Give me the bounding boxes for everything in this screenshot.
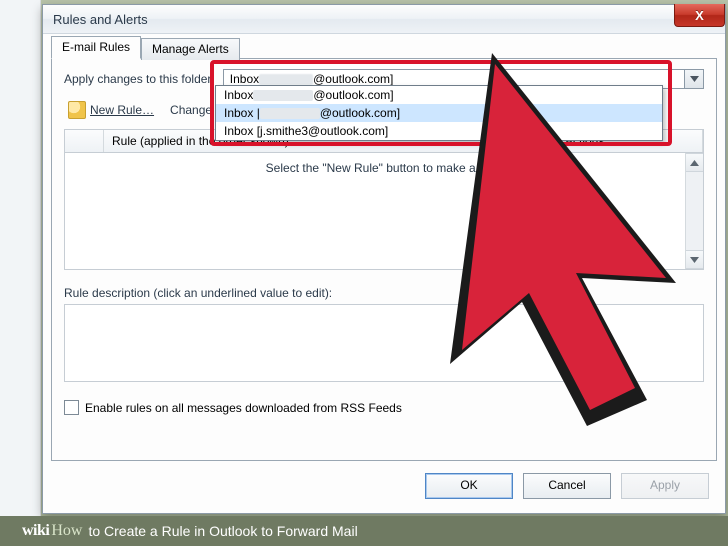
- caption-text: to Create a Rule in Outlook to Forward M…: [88, 523, 357, 539]
- close-icon: X: [695, 9, 704, 22]
- rules-list[interactable]: Select the "New Rule" button to make a r…: [64, 153, 704, 270]
- scroll-down-button[interactable]: [686, 250, 703, 269]
- rules-and-alerts-dialog: Rules and Alerts X E-mail Rules Manage A…: [42, 4, 726, 514]
- folder-combobox-text: Inbox @outlook.com]: [224, 72, 684, 86]
- dialog-button-row: OK Cancel Apply: [425, 473, 709, 499]
- rss-checkbox[interactable]: [64, 400, 79, 415]
- rules-empty-hint: Select the "New Rule" button to make a r…: [65, 161, 703, 175]
- background-window-strip: [0, 0, 41, 516]
- folder-dropdown-item[interactable]: Inbox |@outlook.com]: [216, 104, 662, 122]
- chevron-up-icon: [690, 160, 699, 166]
- tab-label: E-mail Rules: [62, 40, 130, 54]
- tab-manage-alerts[interactable]: Manage Alerts: [141, 38, 240, 60]
- envelope-icon: [68, 101, 86, 119]
- rule-description-box[interactable]: [64, 304, 704, 382]
- folder-dropdown-list[interactable]: Inbox @outlook.com]Inbox |@outlook.com]I…: [215, 85, 663, 141]
- apply-button: Apply: [621, 473, 709, 499]
- dropdown-button[interactable]: [684, 70, 703, 88]
- new-rule-button[interactable]: New Rule…: [64, 99, 158, 121]
- folder-dropdown-item[interactable]: Inbox [j.smithe3@outlook.com]: [216, 122, 662, 140]
- folder-dropdown-item[interactable]: Inbox @outlook.com]: [216, 86, 662, 104]
- folder-label: Apply changes to this folder:: [64, 72, 215, 86]
- column-checkbox: [65, 130, 104, 152]
- ok-button[interactable]: OK: [425, 473, 513, 499]
- redacted-text: [253, 90, 313, 101]
- scroll-up-button[interactable]: [686, 153, 703, 172]
- redacted-text: [259, 74, 313, 85]
- wikihow-logo-how: How: [51, 522, 82, 540]
- rule-description-label: Rule description (click an underlined va…: [64, 286, 704, 300]
- close-button[interactable]: X: [674, 4, 725, 27]
- chevron-down-icon: [690, 76, 699, 82]
- rss-option-row: Enable rules on all messages downloaded …: [64, 400, 704, 415]
- window-title: Rules and Alerts: [53, 12, 148, 27]
- tab-label: Manage Alerts: [152, 42, 229, 56]
- cancel-button[interactable]: Cancel: [523, 473, 611, 499]
- stage: Rules and Alerts X E-mail Rules Manage A…: [0, 0, 728, 546]
- tabstrip: E-mail Rules Manage Alerts: [51, 35, 717, 59]
- rules-list-scrollbar[interactable]: [685, 153, 703, 269]
- tab-email-rules[interactable]: E-mail Rules: [51, 36, 141, 59]
- new-rule-label: New Rule…: [90, 103, 154, 117]
- titlebar: Rules and Alerts X: [43, 5, 725, 34]
- rss-label: Enable rules on all messages downloaded …: [85, 401, 402, 415]
- wikihow-caption-bar: wiki How to Create a Rule in Outlook to …: [0, 516, 728, 546]
- wikihow-logo-wiki: wiki: [22, 522, 49, 540]
- redacted-text: [260, 108, 320, 119]
- chevron-down-icon: [690, 257, 699, 263]
